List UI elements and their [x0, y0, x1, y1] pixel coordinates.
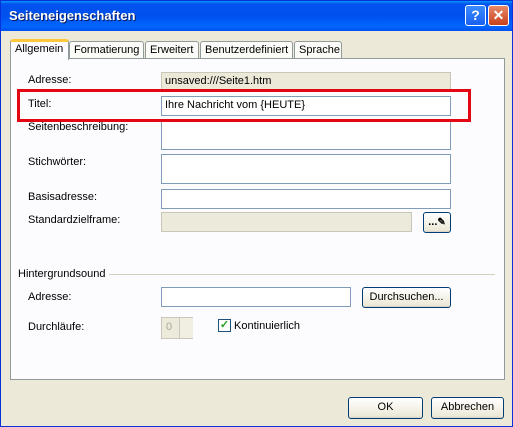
title-bar[interactable]: Seiteneigenschaften ? ✕: [1, 1, 512, 31]
target-frame-input: [161, 212, 412, 232]
loops-value: 0: [166, 321, 173, 333]
loops-spinner-arrows: [179, 318, 193, 338]
tab-erweitert[interactable]: Erweitert: [145, 41, 199, 58]
sound-address-label: Adresse:: [28, 291, 72, 303]
base-address-input[interactable]: [161, 189, 451, 209]
description-label: Seitenbeschreibung:: [28, 121, 129, 133]
target-frame-label: Standardzielframe:: [28, 214, 121, 226]
window-title: Seiteneigenschaften: [9, 8, 136, 23]
ok-button[interactable]: OK: [348, 397, 423, 419]
background-sound-group-label: Hintergrundsound: [18, 268, 110, 280]
description-input[interactable]: [161, 120, 451, 150]
pencil-icon: ✎: [437, 217, 446, 228]
target-frame-picker-button[interactable]: ...✎: [423, 212, 451, 233]
keywords-input[interactable]: [161, 154, 451, 184]
continuous-label: Kontinuierlich: [234, 320, 301, 332]
continuous-checkbox[interactable]: ✓: [218, 319, 231, 332]
help-button[interactable]: ?: [465, 5, 486, 26]
tab-sprache[interactable]: Sprache: [294, 41, 342, 58]
properties-dialog: Seiteneigenschaften ? ✕ Allgemein Format…: [0, 0, 513, 427]
address-label: Adresse:: [28, 74, 72, 86]
cancel-button[interactable]: Abbrechen: [431, 397, 504, 419]
loops-label: Durchläufe:: [28, 321, 85, 333]
target-frame-picker-label: ...: [428, 216, 438, 228]
keywords-label: Stichwörter:: [28, 156, 87, 168]
tab-benutzerdefiniert[interactable]: Benutzerdefiniert: [200, 41, 293, 58]
title-highlight-box: [17, 89, 471, 122]
browse-button[interactable]: Durchsuchen...: [362, 287, 451, 308]
close-button[interactable]: ✕: [488, 5, 509, 26]
sound-address-input[interactable]: [161, 287, 351, 307]
tab-formatierung[interactable]: Formatierung: [69, 41, 144, 58]
tab-allgemein[interactable]: Allgemein: [10, 39, 69, 60]
base-address-label: Basisadresse:: [28, 191, 98, 203]
